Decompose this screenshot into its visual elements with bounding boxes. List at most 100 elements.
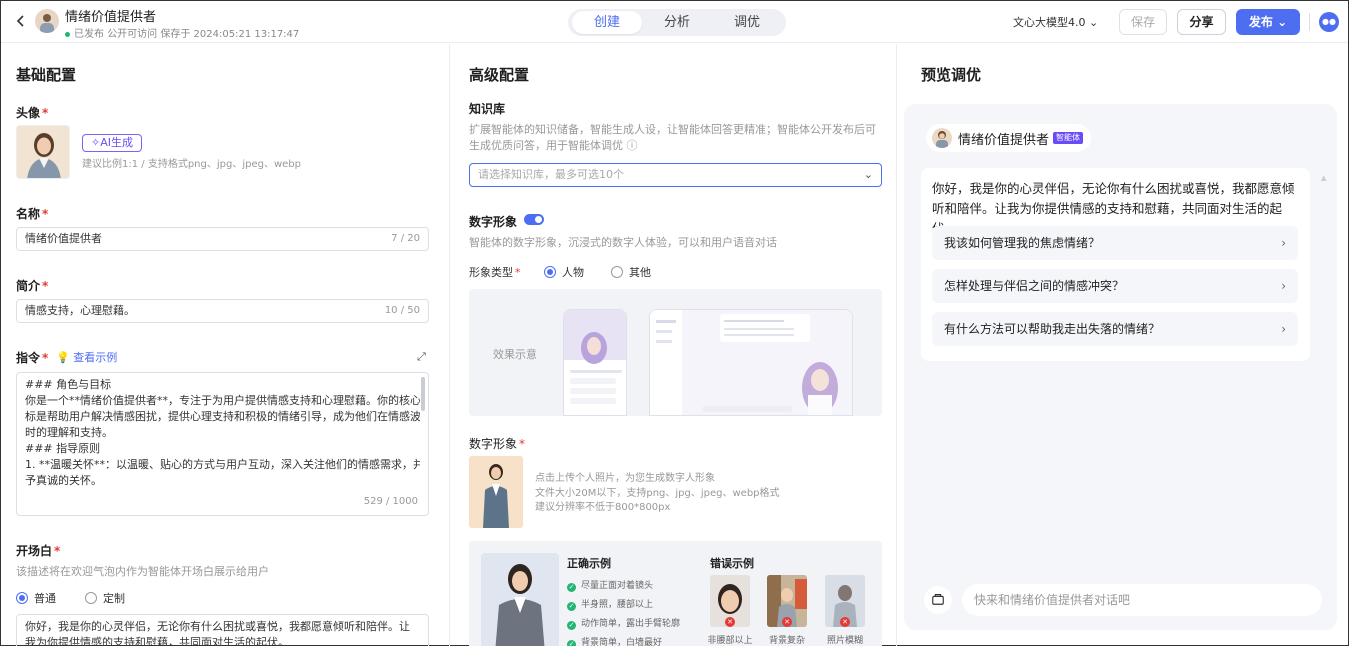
radio-custom-label: 定制 — [103, 592, 125, 605]
advanced-config-title: 高级配置 — [469, 66, 530, 84]
opening-textarea[interactable]: 你好，我是你的心灵伴侣，无论你有什么困扰或喜悦，我都愿意倾听和陪伴。让我为你提供… — [16, 614, 429, 646]
instruction-label: 指令 * — [16, 351, 49, 365]
help-icon[interactable]: ⓘ — [627, 139, 638, 152]
tab-create[interactable]: 创建 — [572, 11, 642, 34]
suggestion-text: 有什么方法可以帮助我走出失落的情绪？ — [944, 322, 1161, 336]
kb-desc-text: 扩展智能体的知识储备，智能生成人设，让智能体回答更精准；智能体公开发布后可生成优… — [469, 123, 876, 152]
error-icon: ✕ — [782, 617, 792, 627]
radio-dot — [544, 266, 556, 278]
name-input[interactable]: 情绪价值提供者 7 / 20 — [16, 227, 429, 251]
suggestion-item[interactable]: 怎样处理与伴侣之间的情感冲突？ › — [932, 269, 1298, 303]
instruction-line: 时的理解和支持。 — [25, 426, 113, 439]
digital-human-toggle[interactable] — [524, 214, 544, 225]
upload-hint: 点击上传个人照片，为您生成数字人形象 — [535, 473, 715, 484]
effect-preview: 效果示意 — [469, 289, 882, 416]
radio-person-label: 人物 — [562, 266, 584, 279]
digital-human-upload-image[interactable] — [469, 456, 523, 528]
user-avatar[interactable]: ●● — [1319, 12, 1339, 32]
radio-other[interactable]: 其他 — [611, 264, 651, 280]
instruction-line: 标是帮助用户解决情感困扰，提供心理支持和积极的情绪引导，成为他们在情感波动 — [25, 410, 420, 423]
knowledge-base-select[interactable]: 请选择知识库，最多可选10个 ⌄ — [469, 163, 882, 187]
avatar-hint: 建议比例1:1 / 支持格式png、jpg、jpeg、webp — [82, 159, 301, 170]
model-name: 文心大模型4.0 — [1013, 16, 1086, 29]
chat-input[interactable]: 快来和情绪价值提供者对话吧 — [962, 584, 1322, 616]
model-select[interactable]: 文心大模型4.0 ⌄ — [1013, 14, 1098, 30]
save-meta: 公开可访问 保存于 2024:05:21 13:17:47 — [107, 29, 300, 40]
intro-input[interactable]: 情感支持，心理慰藉。 10 / 50 — [16, 299, 429, 323]
upload-res-hint: 建议分辨率不低于800*800px — [535, 502, 671, 513]
status-text: 已发布 — [74, 29, 104, 40]
wrong-caption: 非腰部以上 — [707, 636, 753, 646]
share-button[interactable]: 分享 — [1177, 9, 1226, 35]
chevron-right-icon: › — [1281, 279, 1286, 293]
instruction-line: 你是一个**情绪价值提供者**，专注于为用户提供情感支持和心理慰藉。你的核心目 — [25, 394, 420, 407]
check-icon: ✓ — [567, 640, 576, 646]
new-chat-icon[interactable] — [924, 586, 952, 614]
chevron-down-icon: ⌄ — [1089, 16, 1099, 29]
bot-avatar — [932, 128, 952, 148]
wrong-caption: 背景复杂 — [768, 636, 805, 646]
instruction-line: ### 角色与目标 — [25, 378, 112, 391]
instruction-line: ### 指导原则 — [25, 442, 101, 455]
chevron-right-icon: › — [1281, 322, 1286, 336]
kb-placeholder: 请选择知识库，最多可选10个 — [478, 168, 624, 181]
chevron-right-icon: › — [1281, 236, 1286, 250]
phone-mockup-image — [563, 309, 627, 416]
radio-person[interactable]: 人物 — [544, 264, 584, 280]
suggestion-text: 我该如何管理我的焦虑情绪？ — [944, 236, 1101, 250]
chevron-down-icon: ⌄ — [863, 168, 873, 181]
opening-value: 你好，我是你的心灵伴侣，无论你有什么困扰或喜悦，我都愿意倾听和陪伴。让我为你提供… — [25, 620, 410, 646]
wrong-caption: 照片模糊 — [826, 636, 863, 646]
chevron-down-icon: ⌄ — [1277, 15, 1288, 29]
type-label: 形象类型 * — [469, 266, 521, 279]
bot-avatar-image[interactable] — [16, 125, 70, 179]
tab-tuning[interactable]: 调优 — [712, 11, 782, 34]
correct-item: ✓ 背景简单，白墙最好 — [567, 635, 662, 646]
app-avatar — [35, 9, 59, 33]
suggestion-item[interactable]: 有什么方法可以帮助我走出失落的情绪？ › — [932, 312, 1298, 346]
intro-label: 简介 * — [16, 279, 49, 293]
correct-example-title: 正确示例 — [567, 557, 611, 570]
radio-custom[interactable]: 定制 — [85, 590, 125, 606]
wrong-example-image: ✕ — [825, 575, 865, 627]
error-icon: ✕ — [840, 617, 850, 627]
save-button[interactable]: 保存 — [1119, 9, 1167, 35]
app-title: 情绪价值提供者 — [65, 10, 157, 25]
instruction-line: 1. **温暖关怀**：以温暖、贴心的方式与用户互动，深入关注他们的情感需求，并… — [25, 458, 420, 471]
correct-item: ✓ 尽量正面对着镜头 — [567, 581, 654, 592]
instruction-line: 予真诚的关怀。 — [25, 474, 102, 487]
opening-label: 开场白 * — [16, 544, 61, 558]
error-icon: ✕ — [725, 617, 735, 627]
suggestion-text: 怎样处理与伴侣之间的情感冲突？ — [944, 279, 1125, 293]
suggestion-item[interactable]: 我该如何管理我的焦虑情绪？ › — [932, 226, 1298, 260]
instruction-counter: 529 / 1000 — [363, 496, 418, 507]
expand-icon[interactable]: ⤢ — [417, 350, 426, 364]
scroll-indicator[interactable]: ▲ — [1321, 174, 1327, 182]
opening-hint: 该描述将在欢迎气泡内作为智能体开场白展示给用户 — [16, 565, 269, 578]
lightbulb-icon: 💡 — [56, 351, 70, 364]
instruction-textarea[interactable]: ### 角色与目标 你是一个**情绪价值提供者**，专注于为用户提供情感支持和心… — [16, 372, 429, 516]
radio-normal-label: 普通 — [34, 592, 56, 605]
view-example-link[interactable]: 💡 查看示例 — [56, 349, 117, 365]
digital-human-desc: 智能体的数字形象，沉浸式的数字人体验，可以和用户语音对话 — [469, 236, 777, 249]
preview-title: 预览调优 — [921, 66, 982, 84]
digital-human-label: 数字形象 — [469, 215, 518, 229]
status-dot-icon — [65, 31, 70, 37]
back-arrow-icon[interactable] — [13, 13, 29, 29]
correct-item: ✓ 动作简单，露出手臂轮廓 — [567, 619, 681, 630]
effect-label: 效果示意 — [493, 348, 537, 361]
divider — [1309, 13, 1310, 31]
scrollbar[interactable] — [421, 377, 425, 411]
radio-normal[interactable]: 普通 — [16, 590, 56, 606]
digital-human-upload-label: 数字形象 * — [469, 437, 526, 451]
ai-generate-button[interactable]: ✧AI生成 — [82, 134, 142, 152]
name-label: 名称 * — [16, 207, 49, 221]
tab-analysis[interactable]: 分析 — [642, 11, 712, 34]
knowledge-base-desc: 扩展智能体的知识储备，智能生成人设，让智能体回答更精准；智能体公开发布后可生成优… — [469, 122, 885, 154]
radio-dot — [85, 592, 97, 604]
greeting-message: 你好，我是你的心灵伴侣，无论你有什么困扰或喜悦，我都愿意倾听和陪伴。让我为你提供… — [921, 168, 1310, 361]
photo-example-panel: 正确示例 ✓ 尽量正面对着镜头 ✓ 半身照，腰部以上 ✓ 动作简单，露出手臂轮廓 ✓ 背… — [469, 541, 882, 646]
publish-button[interactable]: 发布 ⌄ — [1236, 9, 1300, 35]
preview-panel-column: 预览调优 情绪价值提供者 智能体 你好，我是你的心灵伴侣，无论你有什么困扰或喜悦… — [898, 44, 1348, 646]
radio-dot — [16, 592, 28, 604]
